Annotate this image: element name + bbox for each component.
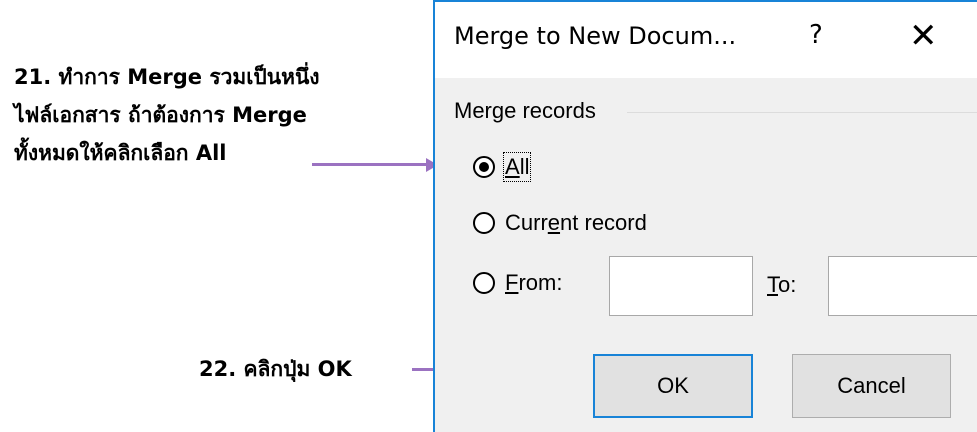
group-divider <box>627 112 977 113</box>
to-label: To: <box>767 272 797 297</box>
cancel-button[interactable]: Cancel <box>792 354 951 418</box>
radio-icon[interactable] <box>473 272 495 294</box>
step21-line1: 21. ทำการ Merge รวมเป็นหนึ่ง <box>14 65 320 89</box>
merge-records-label: Merge records <box>454 98 596 123</box>
radio-all-option[interactable]: All <box>473 152 532 182</box>
step21-line3: ทั้งหมดให้คลิกเลือก All <box>14 141 227 165</box>
merge-dialog: Merge to New Docum... ? ✕ Merge records … <box>433 0 977 432</box>
to-input[interactable] <box>828 256 977 316</box>
close-icon[interactable]: ✕ <box>909 16 938 56</box>
radio-current-record-label: Current record <box>505 210 647 235</box>
radio-icon[interactable] <box>473 212 495 234</box>
help-icon[interactable]: ? <box>809 20 823 50</box>
radio-from-label: From: <box>505 270 563 295</box>
radio-all-label: All <box>502 152 532 182</box>
dialog-titlebar[interactable]: Merge to New Docum... ? ✕ <box>435 2 977 78</box>
radio-current-record-option[interactable]: Current record <box>473 208 647 238</box>
step21-arrow <box>312 163 428 166</box>
dialog-title: Merge to New Docum... <box>454 22 737 50</box>
step21-line2: ไฟล์เอกสาร ถ้าต้องการ Merge <box>14 103 307 127</box>
radio-icon[interactable] <box>473 156 495 178</box>
ok-button[interactable]: OK <box>593 354 753 418</box>
from-input[interactable] <box>609 256 753 316</box>
radio-from-option[interactable]: From: <box>473 268 562 298</box>
step22-annotation: 22. คลิกปุ่ม OK <box>199 357 352 381</box>
step21-annotation: 21. ทำการ Merge รวมเป็นหนึ่ง ไฟล์เอกสาร … <box>14 62 320 168</box>
